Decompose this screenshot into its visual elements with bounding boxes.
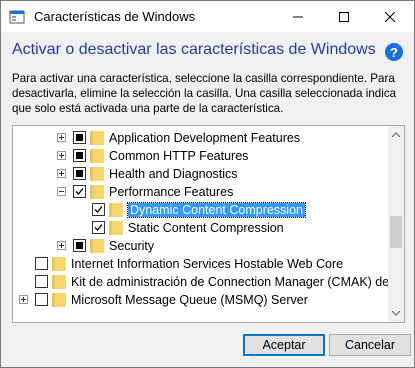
tree-item[interactable]: Microsoft Message Queue (MSMQ) Server [13, 291, 388, 309]
tree-item[interactable]: Internet Information Services Hostable W… [13, 255, 388, 273]
feature-checkbox[interactable] [73, 149, 86, 162]
tree-item[interactable]: Health and Diagnostics [13, 165, 388, 183]
tree-item-label: Application Development Features [109, 131, 301, 145]
folder-icon [109, 220, 123, 235]
feature-checkbox[interactable] [35, 275, 48, 288]
scroll-up-button[interactable] [388, 126, 404, 143]
vertical-scrollbar[interactable] [388, 126, 404, 322]
scroll-down-button[interactable] [388, 305, 404, 322]
tree-item[interactable]: Common HTTP Features [13, 147, 388, 165]
checkmark-icon [75, 188, 84, 195]
tree-item-label: Internet Information Services Hostable W… [71, 257, 344, 271]
page-heading: Activar o desactivar las características… [12, 41, 376, 58]
expand-icon[interactable] [57, 241, 66, 250]
cancel-button[interactable]: Cancelar [329, 334, 411, 356]
tree-item-label: Microsoft Message Queue (MSMQ) Server [71, 293, 308, 307]
feature-checkbox[interactable] [92, 221, 105, 234]
expand-icon[interactable] [19, 295, 28, 304]
tree-item-label: Health and Diagnostics [109, 167, 238, 181]
minimize-button[interactable] [275, 1, 321, 32]
features-tree[interactable]: Application Development Features Common H… [12, 125, 405, 323]
close-icon [385, 11, 395, 22]
tree-item-label: Dynamic Content Compression [127, 202, 306, 218]
feature-checkbox[interactable] [73, 185, 86, 198]
collapse-icon[interactable] [57, 187, 66, 196]
folder-icon [52, 292, 66, 307]
checkmark-icon [94, 224, 103, 231]
expand-icon[interactable] [57, 169, 66, 178]
chevron-down-icon [392, 311, 400, 316]
folder-icon [90, 238, 104, 253]
tree-item-label: Kit de administración de Connection Mana… [71, 275, 405, 289]
feature-checkbox[interactable] [73, 131, 86, 144]
minimize-icon [293, 16, 303, 17]
folder-icon [90, 184, 104, 199]
title-bar[interactable]: Características de Windows [1, 1, 414, 32]
expand-icon[interactable] [57, 133, 66, 142]
maximize-icon [339, 11, 349, 22]
feature-checkbox[interactable] [73, 167, 86, 180]
checkmark-icon [94, 206, 103, 213]
folder-icon [90, 148, 104, 163]
tree-item-label: Security [109, 239, 155, 253]
folder-icon [90, 130, 104, 145]
chevron-up-icon [392, 132, 400, 137]
window-title: Características de Windows [34, 9, 196, 24]
tree-item[interactable]: Kit de administración de Connection Mana… [13, 273, 404, 291]
expand-icon[interactable] [57, 151, 66, 160]
scrollbar-thumb[interactable] [390, 216, 402, 248]
accept-button[interactable]: Aceptar [243, 334, 325, 356]
tree-item[interactable]: Static Content Compression [13, 219, 388, 237]
windows-features-icon [9, 9, 25, 25]
feature-checkbox[interactable] [92, 203, 105, 216]
folder-icon [90, 166, 104, 181]
folder-icon [52, 274, 66, 289]
feature-checkbox[interactable] [35, 293, 48, 306]
tree-item[interactable]: Performance Features [13, 183, 388, 201]
feature-checkbox[interactable] [35, 257, 48, 270]
help-icon[interactable]: ? [385, 43, 403, 61]
close-button[interactable] [367, 1, 413, 32]
tree-item-label: Common HTTP Features [109, 149, 249, 163]
feature-checkbox[interactable] [73, 239, 86, 252]
tree-item[interactable]: Dynamic Content Compression [13, 201, 388, 219]
tree-item-label: Static Content Compression [128, 221, 284, 235]
maximize-button[interactable] [321, 1, 367, 32]
tree-item[interactable]: Security [13, 237, 388, 255]
features-dialog: Características de Windows Activar o des… [0, 0, 415, 368]
tree-item[interactable]: Application Development Features [13, 129, 388, 147]
folder-icon [52, 256, 66, 271]
tree-item-label: Performance Features [109, 185, 234, 199]
description-text: Para activar una característica, selecci… [12, 72, 397, 115]
folder-icon [109, 202, 123, 217]
